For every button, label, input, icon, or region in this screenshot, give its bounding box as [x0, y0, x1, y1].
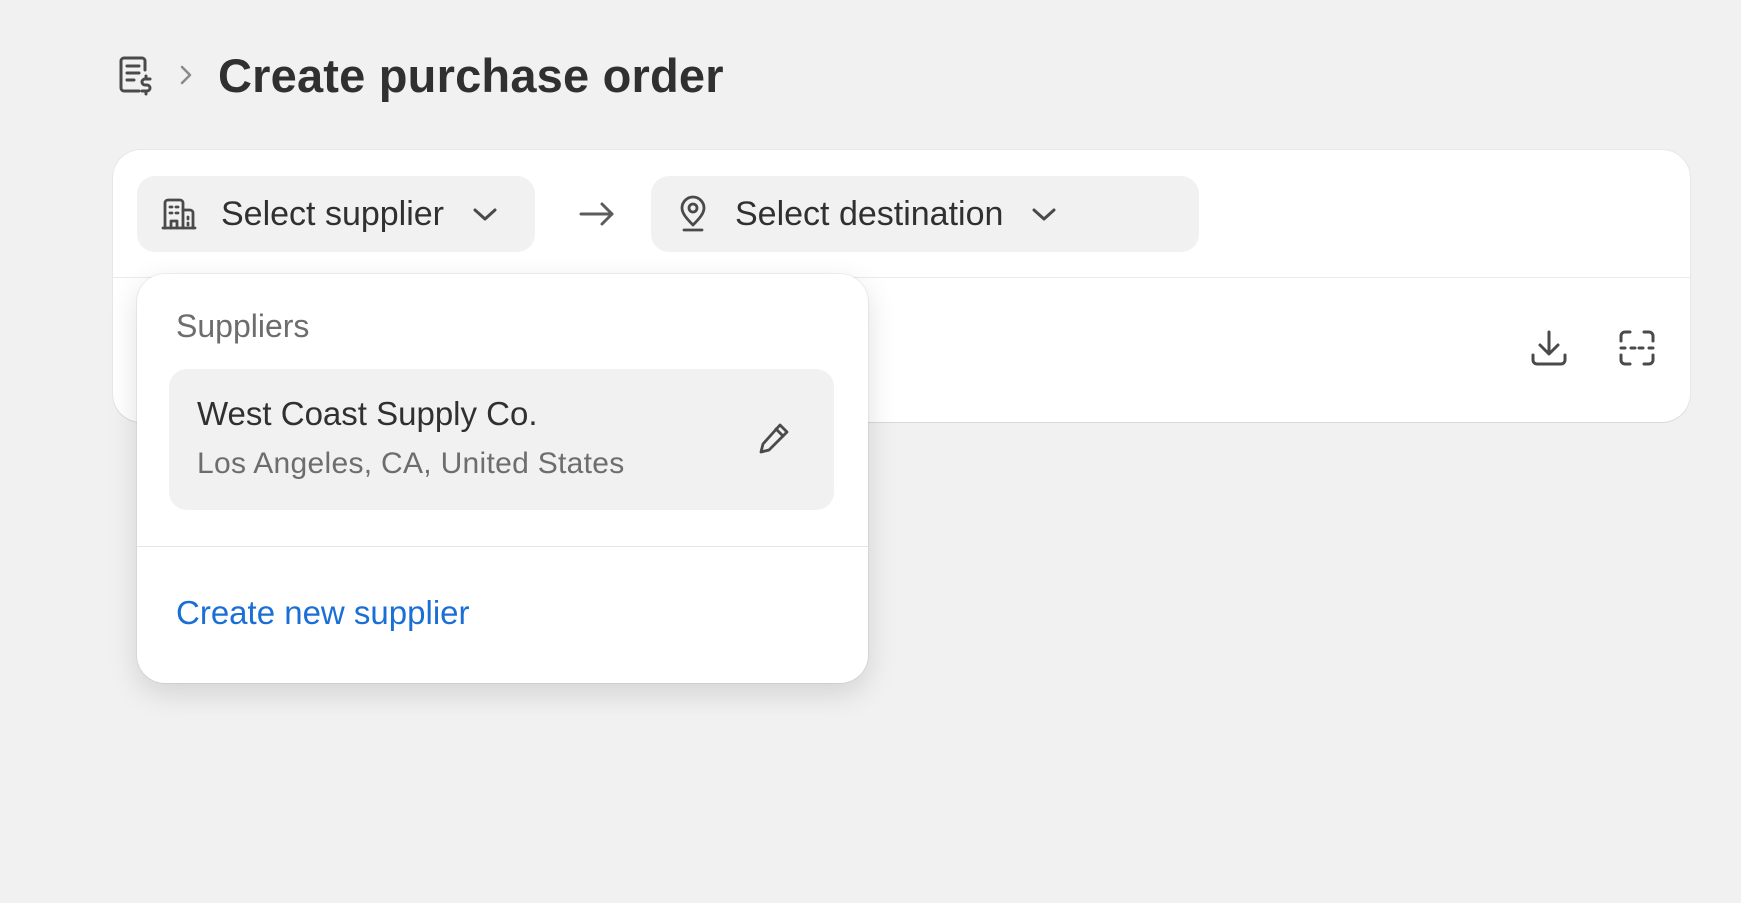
location-pin-icon — [673, 194, 713, 234]
select-destination-label: Select destination — [735, 194, 1004, 233]
chevron-down-icon — [470, 199, 500, 229]
pencil-icon — [756, 420, 792, 461]
scan-barcode-button[interactable] — [1615, 328, 1659, 372]
edit-supplier-button[interactable] — [753, 419, 795, 461]
breadcrumb: Create purchase order — [116, 44, 724, 106]
download-icon — [1529, 328, 1569, 373]
scan-barcode-icon — [1617, 328, 1657, 373]
create-new-supplier-link[interactable]: Create new supplier — [176, 594, 470, 632]
select-destination-button[interactable]: Select destination — [651, 176, 1199, 252]
select-supplier-label: Select supplier — [221, 194, 445, 233]
arrow-right-icon — [577, 198, 617, 230]
popover-divider — [137, 546, 868, 547]
chevron-right-icon — [180, 64, 198, 86]
select-supplier-button[interactable]: Select supplier — [137, 176, 535, 252]
supplier-name: West Coast Supply Co. — [197, 395, 538, 432]
supplier-option[interactable]: West Coast Supply Co. Los Angeles, CA, U… — [169, 369, 834, 510]
purchase-order-icon[interactable] — [116, 53, 156, 97]
building-icon — [159, 194, 199, 234]
download-button[interactable] — [1527, 328, 1571, 372]
suppliers-heading: Suppliers — [176, 308, 310, 344]
chevron-down-icon — [1029, 199, 1059, 229]
supplier-location: Los Angeles, CA, United States — [197, 447, 625, 480]
page-title: Create purchase order — [218, 48, 724, 102]
supplier-dropdown: Suppliers West Coast Supply Co. Los Ange… — [137, 274, 868, 683]
